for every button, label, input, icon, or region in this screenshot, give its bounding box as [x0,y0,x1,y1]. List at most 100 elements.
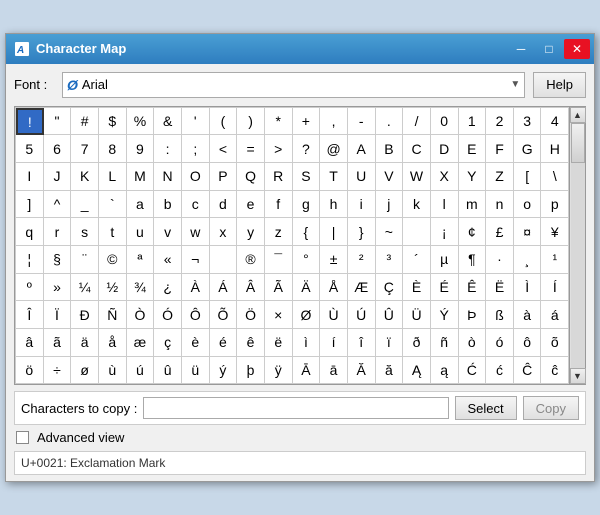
char-cell[interactable]: Ò [127,301,155,329]
scroll-track[interactable] [571,123,585,369]
char-cell[interactable]: ^ [44,191,72,219]
char-cell[interactable]: ³ [376,246,404,274]
char-cell[interactable]: ß [486,301,514,329]
char-cell[interactable]: o [514,191,542,219]
char-cell[interactable]: y [237,218,265,246]
char-cell[interactable]: d [210,191,238,219]
char-cell[interactable]: Ì [514,274,542,302]
char-cell[interactable]: @ [320,135,348,163]
char-cell[interactable]: C [403,135,431,163]
char-cell[interactable]: = [237,135,265,163]
char-cell[interactable]: Ç [376,274,404,302]
char-cell[interactable]: » [44,274,72,302]
char-cell[interactable]: ç [154,329,182,357]
char-cell[interactable]: % [127,108,155,136]
char-cell[interactable]: i [348,191,376,219]
char-cell[interactable]: Z [486,163,514,191]
char-cell[interactable]: Ü [403,301,431,329]
char-cell[interactable]: N [154,163,182,191]
char-cell[interactable]: 0 [431,108,459,136]
characters-to-copy-input[interactable] [143,397,448,419]
char-cell[interactable]: Y [459,163,487,191]
char-cell[interactable]: ĉ [541,357,569,385]
char-cell[interactable]: æ [127,329,155,357]
char-cell[interactable]: ª [127,246,155,274]
char-cell[interactable]: ] [16,191,44,219]
char-cell[interactable]: , [320,108,348,136]
char-cell[interactable]: Ï [44,301,72,329]
char-cell[interactable]: \ [541,163,569,191]
char-cell[interactable]: * [265,108,293,136]
char-cell[interactable]: 3 [514,108,542,136]
char-cell[interactable]: ï [376,329,404,357]
char-cell[interactable]: H [541,135,569,163]
char-cell[interactable]: Å [320,274,348,302]
char-cell[interactable]: ô [514,329,542,357]
char-cell[interactable]: $ [99,108,127,136]
char-cell[interactable]: Ã [265,274,293,302]
char-cell[interactable]: n [486,191,514,219]
char-cell[interactable]: m [459,191,487,219]
char-cell[interactable]: Î [16,301,44,329]
char-cell[interactable]: k [403,191,431,219]
char-cell[interactable]: Ă [348,357,376,385]
char-cell[interactable]: f [265,191,293,219]
char-cell[interactable]: Þ [459,301,487,329]
minimize-button[interactable]: ─ [508,39,534,59]
char-cell[interactable]: J [44,163,72,191]
char-cell[interactable]: Ý [431,301,459,329]
char-cell[interactable]: : [154,135,182,163]
char-cell[interactable]: × [265,301,293,329]
char-cell[interactable]: x [210,218,238,246]
char-cell[interactable]: È [403,274,431,302]
char-cell[interactable]: U [348,163,376,191]
char-cell[interactable]: > [265,135,293,163]
char-cell[interactable]: À [182,274,210,302]
char-cell[interactable]: { [293,218,321,246]
char-cell[interactable]: ì [293,329,321,357]
char-cell[interactable]: | [320,218,348,246]
char-cell[interactable]: û [154,357,182,385]
char-cell[interactable]: ð [403,329,431,357]
char-cell[interactable]: W [403,163,431,191]
char-cell[interactable]: Q [237,163,265,191]
char-cell[interactable]: Õ [210,301,238,329]
char-cell[interactable]: F [486,135,514,163]
char-cell[interactable]: ¦ [16,246,44,274]
char-cell[interactable]: ­ [210,246,238,274]
char-cell[interactable]: ā [320,357,348,385]
char-cell[interactable]: ö [16,357,44,385]
char-cell[interactable]: Ø [293,301,321,329]
char-cell[interactable]: g [293,191,321,219]
char-cell[interactable]: < [210,135,238,163]
char-cell[interactable]: ~ [376,218,404,246]
char-cell[interactable]: Ë [486,274,514,302]
char-cell[interactable]: µ [431,246,459,274]
char-cell[interactable]: Ù [320,301,348,329]
restore-button[interactable]: □ [536,39,562,59]
scroll-thumb[interactable] [571,123,585,163]
select-button[interactable]: Select [455,396,517,420]
char-cell[interactable]: ú [127,357,155,385]
char-cell[interactable]: £ [486,218,514,246]
char-cell[interactable]: ý [210,357,238,385]
char-cell[interactable]: v [154,218,182,246]
char-cell[interactable]: â [16,329,44,357]
char-cell[interactable]: à [514,301,542,329]
char-cell[interactable]: í [320,329,348,357]
char-cell[interactable]: z [265,218,293,246]
char-cell[interactable]: ` [99,191,127,219]
char-cell[interactable]: S [293,163,321,191]
char-cell[interactable]: ± [320,246,348,274]
char-cell[interactable]: 7 [71,135,99,163]
char-cell[interactable]: º [16,274,44,302]
char-cell[interactable]: Ā [293,357,321,385]
char-cell[interactable]: Æ [348,274,376,302]
char-cell[interactable]: O [182,163,210,191]
advanced-view-label[interactable]: Advanced view [37,430,124,445]
char-cell[interactable]: s [71,218,99,246]
font-selector[interactable]: Ø Arial ▼ Arial [62,72,525,98]
char-cell[interactable]: G [514,135,542,163]
char-cell[interactable]: . [376,108,404,136]
char-cell[interactable]: ; [182,135,210,163]
